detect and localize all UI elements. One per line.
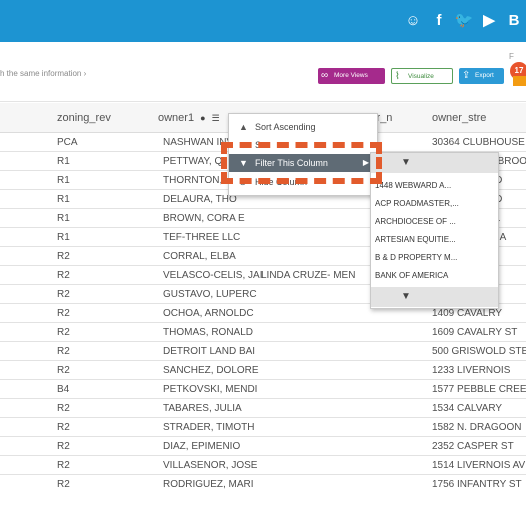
table-row[interactable]: R2 RODRIGUEZ, MARI 1756 INFANTRY ST — [0, 475, 526, 495]
table-row[interactable]: B4 PETKOVSKI, MENDI 1577 PEBBLE CREE — [0, 380, 526, 399]
zoning-cell: R2 — [57, 346, 70, 357]
filter-option[interactable]: 1448 WEBWARD A... — [375, 181, 451, 190]
table-row[interactable]: R2 THOMAS, RONALD 1609 CAVALRY ST — [0, 323, 526, 342]
toolbar-letter: F — [509, 52, 514, 61]
column-header-owner-stre[interactable]: owner_stre — [432, 112, 486, 124]
owner1-cell: DIAZ, EPIMENIO — [163, 441, 241, 452]
zoning-cell: R1 — [57, 232, 70, 243]
zoning-cell: R1 — [57, 213, 70, 224]
owner-street-cell: 1534 CALVARY — [432, 403, 503, 414]
info-icon[interactable]: ● — [200, 113, 205, 123]
visualize-button[interactable]: ⌇ Visualize — [391, 68, 453, 84]
owner1-cell: TEF-THREE LLC — [163, 232, 241, 243]
breadcrumb[interactable]: h the same information › — [0, 69, 86, 78]
zoning-cell: R1 — [57, 175, 70, 186]
zoning-cell: R2 — [57, 479, 70, 490]
zoning-cell: R2 — [57, 327, 70, 338]
filter-option[interactable]: ARTESIAN EQUITIE... — [375, 235, 456, 244]
zoning-cell: R2 — [57, 308, 70, 319]
owner-street-cell: 1233 LIVERNOIS — [432, 365, 511, 376]
owner1-cell: CORRAL, ELBA — [163, 251, 236, 262]
more-views-button[interactable]: ∞ More Views — [318, 68, 385, 84]
filter-option[interactable]: B & D PROPERTY M... — [375, 253, 457, 262]
owner-street-cell: 1756 INFANTRY ST — [432, 479, 522, 490]
zoning-cell: B4 — [57, 384, 70, 395]
owner1-cell: STRADER, TIMOTH — [163, 422, 255, 433]
table-row[interactable]: R2 STRADER, TIMOTH 1582 N. DRAGOON — [0, 418, 526, 437]
owner-street-cell: 1577 PEBBLE CREE — [432, 384, 526, 395]
filter-icon: ▼ — [401, 157, 411, 168]
zoning-cell: R2 — [57, 251, 70, 262]
column-header-owner1[interactable]: owner1 ● ☰ — [158, 112, 220, 124]
highlight-callout — [221, 142, 382, 184]
owner-street-cell: 2352 CASPER ST — [432, 441, 514, 452]
notification-tab — [513, 76, 526, 86]
table-row[interactable]: R2 SANCHEZ, DOLORE 1233 LIVERNOIS — [0, 361, 526, 380]
top-header-bar: ☺ f 🐦 ▶ B — [0, 0, 526, 42]
zoning-cell: R2 — [57, 441, 70, 452]
filter-option[interactable]: ARCHDIOCESE OF ... — [375, 217, 456, 226]
table-row[interactable]: R2 DETROIT LAND BAI 500 GRISWOLD STE — [0, 342, 526, 361]
owner2-cell: LINDA CRUZE- MEN — [261, 270, 356, 281]
filter-submenu: ▼ 1448 WEBWARD A... ACP ROADMASTER,... A… — [370, 152, 499, 309]
sort-ascending-icon: ▲ — [239, 122, 248, 132]
zoning-cell: R1 — [57, 156, 70, 167]
more-views-label: More Views — [334, 72, 368, 79]
owner1-cell: THOMAS, RONALD — [163, 327, 254, 338]
filter-footer[interactable]: ▼ — [371, 287, 498, 307]
export-label: Export — [475, 72, 494, 79]
zoning-cell: R2 — [57, 403, 70, 414]
glasses-icon: ∞ — [321, 70, 329, 81]
owner-street-cell: 1582 N. DRAGOON — [432, 422, 522, 433]
owner-street-cell: 1609 CAVALRY ST — [432, 327, 518, 338]
owner1-cell: VILLASENOR, JOSE — [163, 460, 258, 471]
owner-street-cell: 30364 CLUBHOUSE — [432, 137, 525, 148]
table-row[interactable]: R2 VILLASENOR, JOSE 1514 LIVERNOIS AV — [0, 456, 526, 475]
sort-ascending-item[interactable]: ▲ Sort Ascending — [229, 118, 377, 136]
github-icon[interactable]: ☺ — [402, 10, 424, 32]
zoning-cell: PCA — [57, 137, 78, 148]
owner1-cell: PETKOVSKI, MENDI — [163, 384, 258, 395]
column-header-owner1-label: owner1 — [158, 112, 195, 124]
filter-icon: ▼ — [401, 291, 411, 302]
owner1-cell: GUSTAVO, LUPERC — [163, 289, 257, 300]
owner-street-cell: 1514 LIVERNOIS AV — [432, 460, 526, 471]
youtube-icon[interactable]: ▶ — [478, 10, 500, 32]
owner-street-cell: 1409 CAVALRY — [432, 308, 503, 319]
facebook-icon[interactable]: f — [428, 10, 450, 32]
owner-street-cell: 500 GRISWOLD STE — [432, 346, 526, 357]
export-icon: ⇪ — [462, 70, 471, 81]
filter-header[interactable]: ▼ — [371, 153, 498, 173]
zoning-cell: R2 — [57, 289, 70, 300]
zoning-cell: R1 — [57, 194, 70, 205]
owner1-cell: RODRIGUEZ, MARI — [163, 479, 254, 490]
zoning-cell: R2 — [57, 422, 70, 433]
sort-ascending-label: Sort Ascending — [255, 122, 316, 132]
filter-option[interactable]: BANK OF AMERICA — [375, 271, 448, 280]
table-row[interactable]: R2 TABARES, JULIA 1534 CALVARY — [0, 399, 526, 418]
zoning-cell: R2 — [57, 365, 70, 376]
filter-option[interactable]: ACP ROADMASTER,... — [375, 199, 459, 208]
chart-icon: ⌇ — [395, 71, 400, 82]
export-button[interactable]: ⇪ Export — [459, 68, 504, 84]
owner1-cell: TABARES, JULIA — [163, 403, 242, 414]
owner1-cell: OCHOA, ARNOLDC — [163, 308, 254, 319]
column-header-zoning-rev[interactable]: zoning_rev — [57, 112, 111, 124]
blog-icon[interactable]: B — [503, 10, 525, 32]
visualize-label: Visualize — [408, 73, 434, 80]
owner1-cell: SANCHEZ, DOLORE — [163, 365, 259, 376]
dataset-toolbar: h the same information › F ∞ More Views … — [0, 42, 526, 102]
owner1-cell: BROWN, CORA E — [163, 213, 245, 224]
column-menu-icon[interactable]: ☰ — [212, 113, 220, 123]
owner1-cell: DETROIT LAND BAI — [163, 346, 256, 357]
table-row[interactable]: R2 DIAZ, EPIMENIO 2352 CASPER ST — [0, 437, 526, 456]
zoning-cell: R2 — [57, 270, 70, 281]
twitter-icon[interactable]: 🐦 — [453, 10, 475, 32]
zoning-cell: R2 — [57, 460, 70, 471]
